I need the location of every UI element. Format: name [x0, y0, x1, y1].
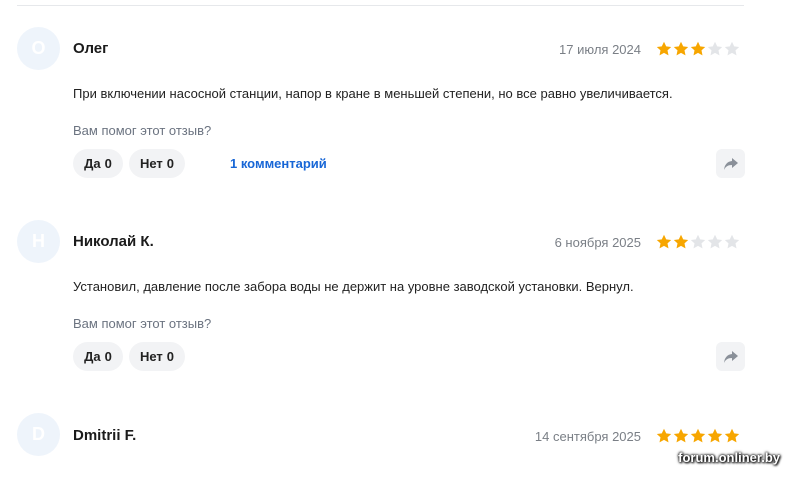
review-author: Николай К.: [73, 233, 154, 250]
avatar: Н: [17, 220, 60, 263]
comments-link[interactable]: 1 комментарий: [230, 156, 327, 171]
review-date: 6 ноября 2025: [554, 235, 641, 250]
review-date: 14 сентября 2025: [534, 429, 641, 444]
top-divider: [17, 5, 744, 6]
share-button[interactable]: [716, 149, 745, 178]
star-filled-icon: [707, 428, 723, 443]
helpful-question: Вам помог этот отзыв?: [73, 123, 212, 138]
avatar: О: [17, 27, 60, 70]
review-date: 17 июля 2024: [559, 42, 641, 57]
helpful-no-count: 0: [166, 156, 175, 171]
share-arrow-icon: [723, 157, 738, 170]
helpful-no-label: Нет: [139, 156, 163, 171]
helpful-no-button[interactable]: Нет 0: [129, 342, 185, 371]
helpful-yes-count: 0: [104, 349, 112, 364]
share-button[interactable]: [716, 342, 745, 371]
helpful-yes-count: 0: [104, 156, 112, 171]
star-filled-icon: [656, 428, 672, 443]
share-arrow-icon: [723, 350, 738, 363]
star-filled-icon: [673, 41, 689, 56]
helpful-no-count: 0: [166, 349, 175, 364]
helpful-yes-label: Да: [84, 156, 101, 171]
star-filled-icon: [690, 41, 706, 56]
star-empty-icon: [707, 234, 723, 249]
review-author: Олег: [73, 40, 109, 57]
star-filled-icon: [673, 234, 689, 249]
star-empty-icon: [707, 41, 723, 56]
star-filled-icon: [724, 428, 740, 443]
watermark: forum.onliner.by: [678, 450, 780, 465]
star-filled-icon: [673, 428, 689, 443]
star-filled-icon: [656, 41, 672, 56]
star-filled-icon: [656, 234, 672, 249]
helpful-no-label: Нет: [139, 349, 163, 364]
review-text: При включении насосной станции, напор в …: [73, 86, 673, 101]
rating-stars: [656, 234, 740, 250]
review-text: Установил, давление после забора воды не…: [73, 279, 634, 294]
helpful-question: Вам помог этот отзыв?: [73, 316, 212, 331]
rating-stars: [656, 41, 740, 57]
helpful-yes-button[interactable]: Да 0: [73, 342, 123, 371]
star-empty-icon: [724, 234, 740, 249]
avatar: D: [17, 413, 60, 456]
helpful-no-button[interactable]: Нет 0: [129, 149, 185, 178]
helpful-yes-button[interactable]: Да 0: [73, 149, 123, 178]
helpful-yes-label: Да: [84, 349, 101, 364]
review-author: Dmitrii F.: [73, 427, 137, 444]
star-empty-icon: [690, 234, 706, 249]
rating-stars: [656, 428, 740, 444]
star-empty-icon: [724, 41, 740, 56]
star-filled-icon: [690, 428, 706, 443]
